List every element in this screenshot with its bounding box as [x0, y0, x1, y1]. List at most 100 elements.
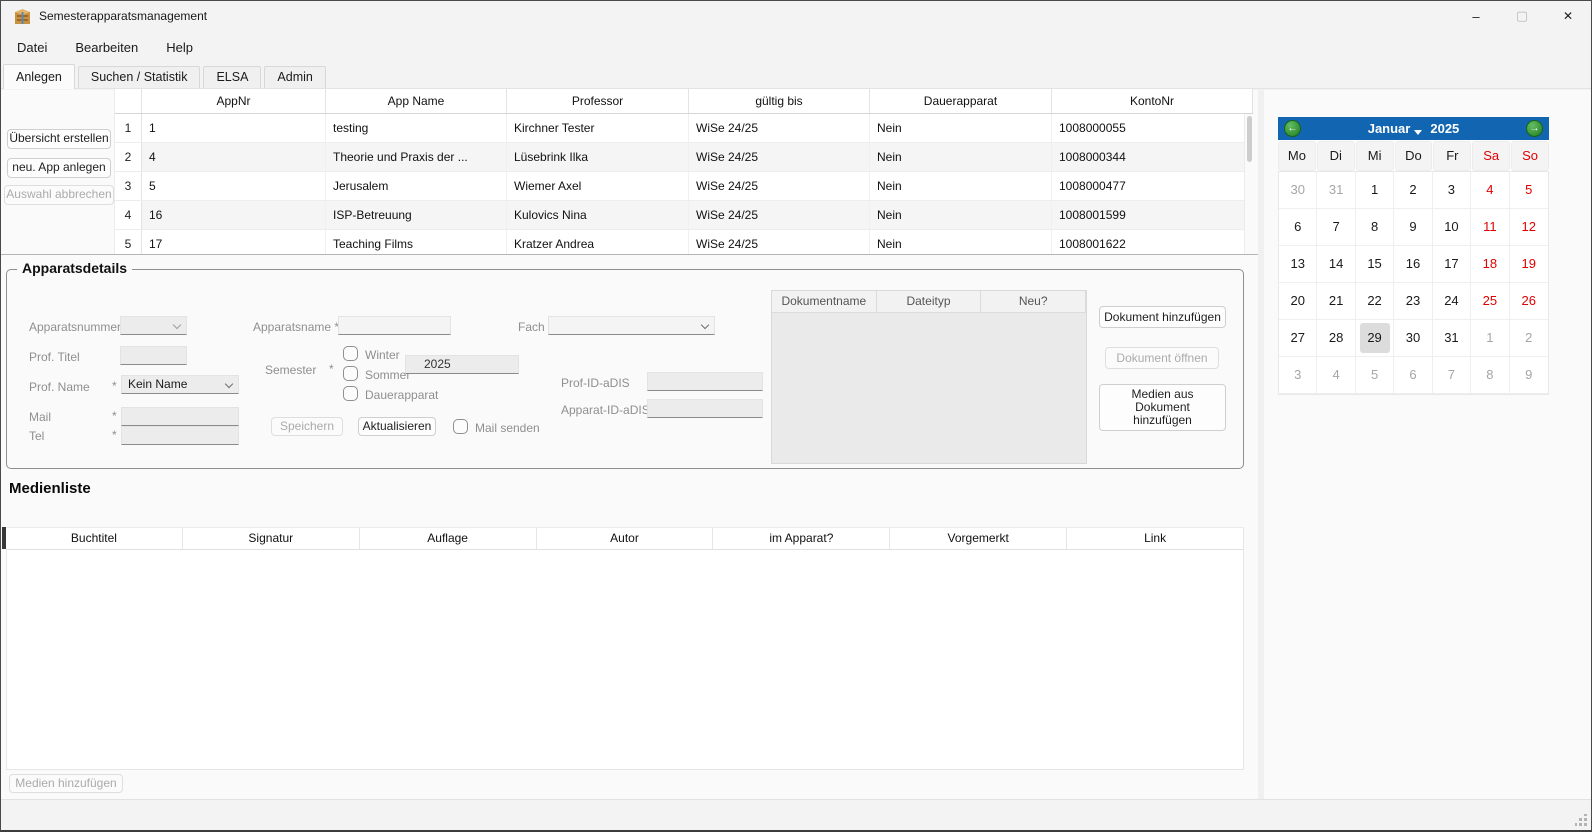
calendar-day[interactable]: 13 [1279, 246, 1317, 283]
menu-datei[interactable]: Datei [5, 36, 59, 59]
calendar-day[interactable]: 29 [1356, 320, 1394, 357]
menu-help[interactable]: Help [154, 36, 205, 59]
mail-senden-checkbox[interactable] [453, 419, 468, 434]
column-header[interactable]: Dateityp [877, 291, 982, 312]
calendar-day[interactable]: 15 [1356, 246, 1394, 283]
table-row[interactable]: 517Teaching FilmsKratzer AndreaWiSe 24/2… [115, 230, 1253, 254]
column-header[interactable]: Dokumentname [772, 291, 877, 312]
calendar-day[interactable]: 5 [1510, 172, 1548, 209]
calendar-day[interactable]: 20 [1279, 283, 1317, 320]
calendar-day[interactable]: 4 [1471, 172, 1509, 209]
table-row[interactable]: 24Theorie und Praxis der ...Lüsebrink Il… [115, 143, 1253, 172]
aktualisieren-button[interactable]: Aktualisieren [358, 417, 436, 436]
apparatsnummer-combo[interactable] [120, 316, 187, 335]
calendar-day[interactable]: 17 [1433, 246, 1471, 283]
tab-elsa[interactable]: ELSA [203, 66, 261, 88]
calendar-day[interactable]: 22 [1356, 283, 1394, 320]
calendar-prev-button[interactable]: ← [1284, 120, 1301, 137]
column-header[interactable]: Neu? [981, 291, 1086, 312]
apparatsname-field[interactable] [338, 316, 451, 335]
table-scrollbar[interactable] [1244, 114, 1253, 254]
calendar-day[interactable]: 3 [1433, 172, 1471, 209]
calendar-day[interactable]: 14 [1317, 246, 1355, 283]
calendar-next-button[interactable]: → [1526, 120, 1543, 137]
minimize-button[interactable]: – [1453, 1, 1499, 31]
calendar-day[interactable]: 3 [1279, 357, 1317, 394]
column-header[interactable]: Signatur [183, 528, 360, 549]
neue-app-anlegen-button[interactable]: neu. App anlegen [7, 158, 111, 178]
calendar-day[interactable]: 6 [1279, 209, 1317, 246]
column-header[interactable]: Dauerapparat [870, 89, 1052, 113]
dokument-oeffnen-button[interactable]: Dokument öffnen [1105, 347, 1219, 369]
resize-grip-icon[interactable] [1575, 814, 1588, 827]
apparat-id-adis-field[interactable] [647, 399, 763, 418]
prof-id-adis-field[interactable] [647, 372, 763, 391]
calendar-day[interactable]: 23 [1394, 283, 1432, 320]
mail-field[interactable] [121, 407, 239, 426]
calendar-day[interactable]: 11 [1471, 209, 1509, 246]
column-header[interactable]: Professor [507, 89, 689, 113]
calendar-month[interactable]: Januar [1368, 121, 1411, 136]
sommer-radio[interactable] [343, 366, 358, 381]
calendar-day[interactable]: 8 [1471, 357, 1509, 394]
medien-hinzufuegen-button[interactable]: Medien hinzufügen [9, 774, 123, 793]
column-header[interactable]: Vorgemerkt [890, 528, 1067, 549]
calendar-day[interactable]: 30 [1394, 320, 1432, 357]
calendar-day[interactable]: 28 [1317, 320, 1355, 357]
calendar-day[interactable]: 18 [1471, 246, 1509, 283]
medien-aus-dokument-button[interactable]: Medien aus Dokument hinzufügen [1099, 384, 1226, 431]
column-header[interactable]: Autor [537, 528, 714, 549]
speichern-button[interactable]: Speichern [271, 417, 343, 436]
column-header[interactable]: App Name [326, 89, 507, 113]
table-row[interactable]: 11testingKirchner TesterWiSe 24/25Nein10… [115, 114, 1253, 143]
calendar-year[interactable]: 2025 [1430, 121, 1459, 136]
calendar-day[interactable]: 7 [1433, 357, 1471, 394]
tab-anlegen[interactable]: Anlegen [3, 64, 75, 89]
fach-combo[interactable] [548, 316, 715, 335]
tab-suchen-statistik[interactable]: Suchen / Statistik [78, 66, 201, 88]
calendar-day[interactable]: 16 [1394, 246, 1432, 283]
menu-bearbeiten[interactable]: Bearbeiten [63, 36, 150, 59]
calendar-day[interactable]: 2 [1394, 172, 1432, 209]
dauerapparat-radio[interactable] [343, 386, 358, 401]
calendar-day[interactable]: 2 [1510, 320, 1548, 357]
calendar-day[interactable]: 10 [1433, 209, 1471, 246]
calendar-day[interactable]: 31 [1317, 172, 1355, 209]
uebersicht-erstellen-button[interactable]: Übersicht erstellen [7, 129, 111, 149]
calendar-day[interactable]: 1 [1356, 172, 1394, 209]
calendar-day[interactable]: 25 [1471, 283, 1509, 320]
column-header[interactable]: KontoNr [1052, 89, 1253, 113]
calendar-day[interactable]: 8 [1356, 209, 1394, 246]
maximize-button[interactable]: ▢ [1499, 1, 1545, 31]
tel-field[interactable] [121, 426, 239, 445]
calendar-day[interactable]: 5 [1356, 357, 1394, 394]
calendar-day[interactable]: 31 [1433, 320, 1471, 357]
prof-titel-field[interactable] [120, 346, 187, 365]
calendar-day[interactable]: 1 [1471, 320, 1509, 357]
calendar-day[interactable]: 24 [1433, 283, 1471, 320]
calendar-day[interactable]: 12 [1510, 209, 1548, 246]
column-header[interactable]: gültig bis [689, 89, 870, 113]
winter-radio[interactable] [343, 346, 358, 361]
column-header[interactable]: Link [1067, 528, 1244, 549]
dokument-hinzufuegen-button[interactable]: Dokument hinzufügen [1099, 306, 1226, 328]
calendar-day[interactable]: 27 [1279, 320, 1317, 357]
semester-jahr-field[interactable]: 2025 [405, 355, 519, 374]
calendar-day[interactable]: 9 [1510, 357, 1548, 394]
column-header[interactable]: im Apparat? [713, 528, 890, 549]
prof-name-combo[interactable]: Kein Name [121, 375, 239, 394]
column-header[interactable]: AppNr [142, 89, 326, 113]
calendar-day[interactable]: 21 [1317, 283, 1355, 320]
calendar-day[interactable]: 7 [1317, 209, 1355, 246]
calendar-day[interactable]: 19 [1510, 246, 1548, 283]
table-row[interactable]: 416ISP-BetreuungKulovics NinaWiSe 24/25N… [115, 201, 1253, 230]
auswahl-abbrechen-button[interactable]: Auswahl abbrechen [4, 185, 114, 205]
calendar-day[interactable]: 6 [1394, 357, 1432, 394]
scrollbar-thumb[interactable] [1247, 116, 1252, 162]
calendar-day[interactable]: 26 [1510, 283, 1548, 320]
table-row[interactable]: 35JerusalemWiemer AxelWiSe 24/25Nein1008… [115, 172, 1253, 201]
close-button[interactable]: ✕ [1545, 1, 1591, 31]
column-header[interactable]: Auflage [360, 528, 537, 549]
calendar-day[interactable]: 9 [1394, 209, 1432, 246]
calendar-day[interactable]: 30 [1279, 172, 1317, 209]
